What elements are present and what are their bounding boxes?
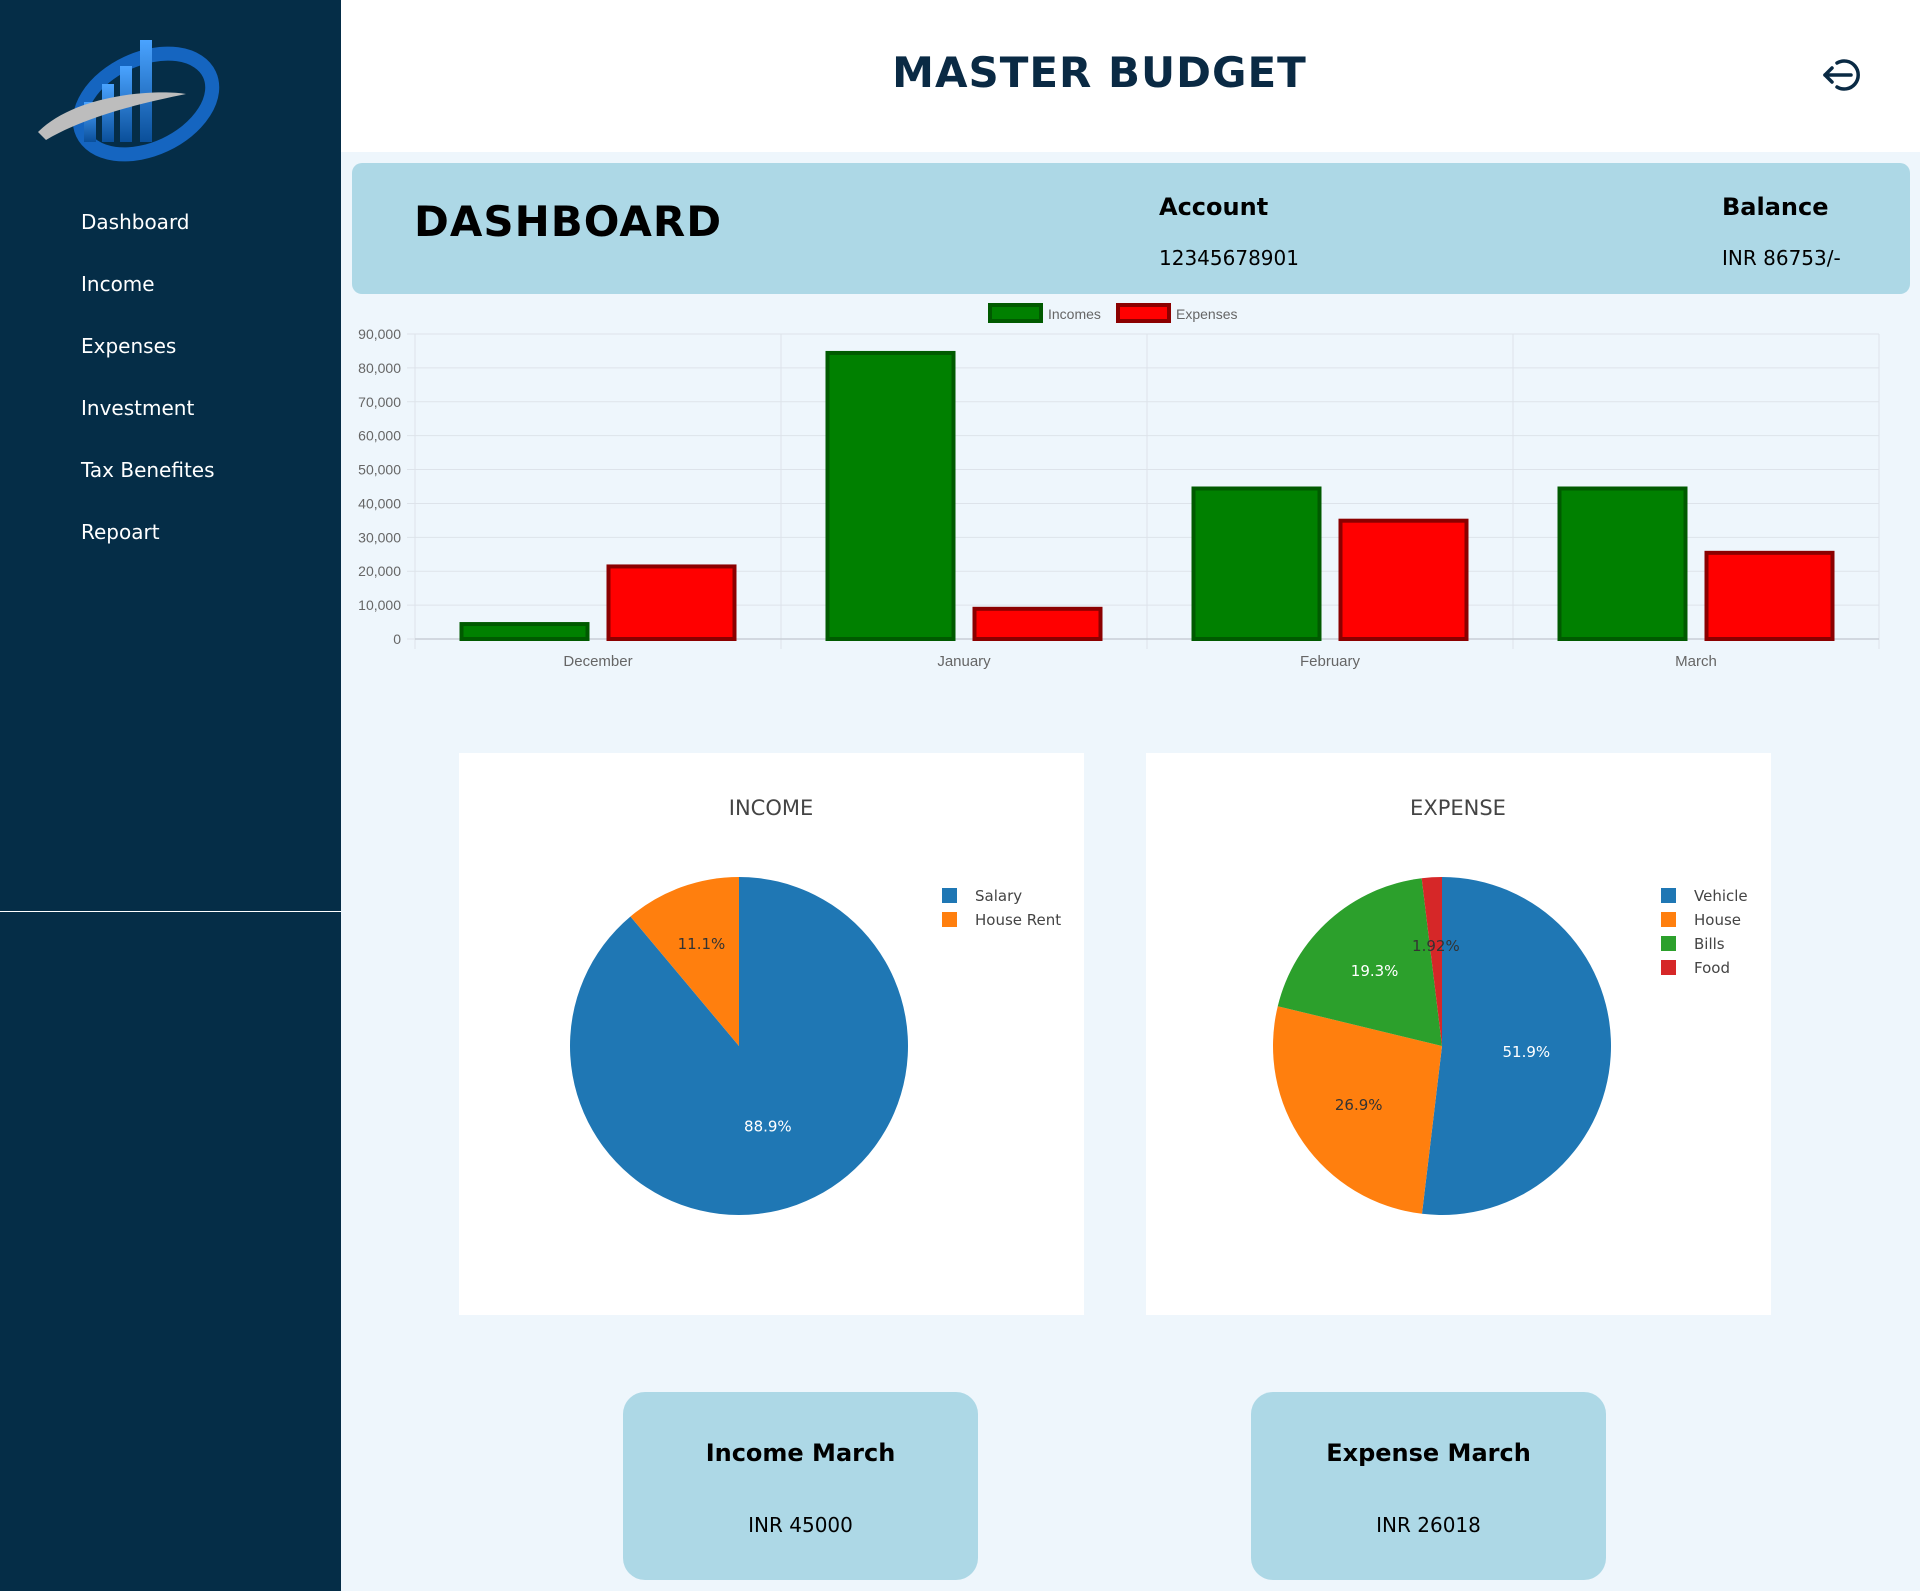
slice-percent-label: 1.92% (1412, 937, 1460, 955)
sidebar-nav: Dashboard Income Expenses Investment Tax… (81, 206, 215, 578)
y-tick-label: 60,000 (358, 428, 401, 444)
legend-swatch (942, 912, 957, 927)
expenses-bar (1704, 550, 1835, 642)
legend-swatch (1661, 960, 1676, 975)
bar-chart-swoosh-logo[interactable] (36, 34, 226, 164)
pie-title: EXPENSE (1410, 796, 1506, 820)
y-tick-label: 10,000 (358, 597, 401, 613)
x-tick-label: December (563, 653, 632, 670)
sidebar: Dashboard Income Expenses Investment Tax… (0, 0, 341, 1591)
account-info-band: DASHBOARD Account 12345678901 Balance IN… (352, 163, 1910, 294)
y-tick-label: 30,000 (358, 529, 401, 545)
account-number: 12345678901 (1159, 246, 1299, 270)
legend-swatch (1116, 303, 1171, 323)
incomes-bar (1191, 486, 1322, 641)
account-label: Account (1159, 193, 1269, 221)
y-tick-label: 40,000 (358, 495, 401, 511)
expenses-bar (972, 606, 1103, 641)
expense-pie-chart: EXPENSE 51.9% 26.9% 19.3% 1.92% Vehicle House B… (1273, 796, 1748, 1215)
y-tick-label: 50,000 (358, 462, 401, 478)
pie-title: INCOME (729, 796, 813, 820)
y-tick-label: 80,000 (358, 360, 401, 376)
legend-swatch (1661, 936, 1676, 951)
x-tick-label: January (937, 653, 991, 670)
legend-label: Vehicle (1694, 887, 1748, 905)
slice-percent-label: 19.3% (1351, 962, 1399, 980)
legend-label: House (1694, 911, 1741, 929)
income-summary-title: Income March (705, 1439, 896, 1467)
income-summary-card: Income March INR 45000 (623, 1392, 978, 1580)
sidebar-item-dashboard[interactable]: Dashboard (81, 206, 215, 268)
top-header: MASTER BUDGET (341, 0, 1920, 152)
legend-label: Bills (1694, 935, 1725, 953)
income-pie-chart: INCOME 88.9% 11.1% Salary House Rent (570, 796, 1061, 1215)
slice-percent-label: 26.9% (1335, 1096, 1383, 1114)
legend-label: Expenses (1176, 306, 1237, 322)
expense-summary-title: Expense March (1326, 1439, 1531, 1467)
expense-pie-card: EXPENSE 51.9% 26.9% 19.3% 1.92% Vehicle House B… (1146, 753, 1771, 1315)
y-tick-label: 0 (393, 631, 401, 647)
y-tick-label: 90,000 (358, 326, 401, 342)
expenses-bar (1338, 518, 1469, 641)
y-tick-label: 70,000 (358, 394, 401, 410)
income-pie-card: INCOME 88.9% 11.1% Salary House Rent (459, 753, 1084, 1315)
balance-label: Balance (1722, 193, 1829, 221)
expense-summary-card: Expense March INR 26018 (1251, 1392, 1606, 1580)
page-title: DASHBOARD (414, 197, 723, 246)
incomes-bar (825, 350, 956, 641)
incomes-bar (1557, 486, 1688, 641)
sidebar-item-expenses[interactable]: Expenses (81, 330, 215, 392)
legend-label: House Rent (975, 911, 1061, 929)
legend-label: Food (1694, 959, 1730, 977)
legend-label: Salary (975, 887, 1022, 905)
expenses-bar (606, 564, 737, 642)
sidebar-divider (0, 911, 341, 912)
slice-percent-label: 88.9% (744, 1117, 792, 1135)
sidebar-item-investment[interactable]: Investment (81, 392, 215, 454)
legend-swatch (942, 888, 957, 903)
sidebar-item-report[interactable]: Repoart (81, 516, 215, 578)
app-title: MASTER BUDGET (892, 48, 1307, 97)
y-tick-label: 20,000 (358, 563, 401, 579)
legend-label: Incomes (1048, 306, 1101, 322)
legend-swatch (988, 303, 1043, 323)
x-tick-label: March (1675, 653, 1717, 670)
slice-percent-label: 11.1% (678, 935, 726, 953)
income-expense-bar-chart: 0 10,000 20,000 30,000 40,000 50,000 60,000 70,… (358, 303, 1880, 670)
expense-summary-value: INR 26018 (1376, 1513, 1481, 1537)
balance-value: INR 86753/- (1722, 246, 1841, 270)
legend-swatch (1661, 888, 1676, 903)
sidebar-item-tax-benefits[interactable]: Tax Benefites (81, 454, 215, 516)
sidebar-item-income[interactable]: Income (81, 268, 215, 330)
incomes-bar (459, 622, 590, 641)
legend-swatch (1661, 912, 1676, 927)
x-tick-label: February (1300, 653, 1361, 670)
income-summary-value: INR 45000 (748, 1513, 853, 1537)
logout-icon[interactable] (1821, 55, 1863, 95)
slice-percent-label: 51.9% (1503, 1043, 1551, 1061)
